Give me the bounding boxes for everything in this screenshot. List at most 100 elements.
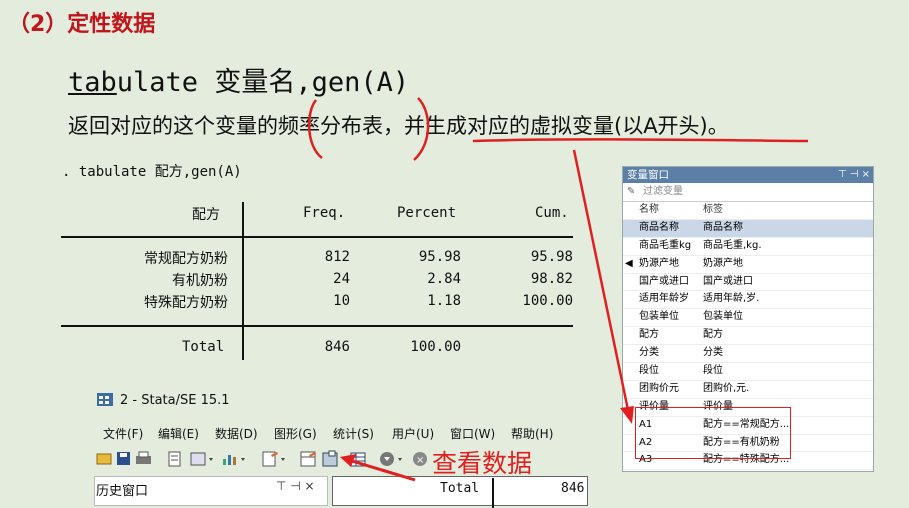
column-header-label[interactable]: 标签: [703, 202, 793, 219]
row-percent: 1.18: [427, 293, 461, 309]
variable-name: 商品毛重kg: [639, 239, 692, 251]
wrench-icon: ✎: [627, 186, 636, 197]
desc-part4: 并生成对应的虚拟变量(以A开头): [404, 114, 708, 138]
table-rule-top: [61, 236, 573, 238]
description: 返回对应的这个变量的频率分布表，并生成对应的虚拟变量(以A开头)。: [68, 110, 729, 140]
variables-window-title: 变量窗口: [627, 169, 669, 181]
variable-label: 包装单位: [703, 311, 743, 323]
variable-row[interactable]: 团购价元 团购价,元.: [623, 381, 873, 399]
row-cum: 98.82: [530, 271, 573, 287]
print-icon[interactable]: [136, 451, 151, 464]
desc-part3: ，: [383, 114, 404, 138]
variable-label: 段位: [703, 365, 723, 377]
desc-part2: 频率分布表: [278, 114, 383, 138]
variable-label: 团购价,元.: [703, 382, 750, 394]
data-browser-icon[interactable]: [322, 450, 338, 467]
table-vertical-rule: [242, 202, 244, 360]
variable-name: 适用年龄岁: [639, 293, 689, 305]
row-freq: 24: [333, 271, 350, 287]
window-controls[interactable]: ⊤ ⊣ ×: [838, 167, 870, 183]
graph-icon[interactable]: [223, 455, 245, 465]
variable-label: 奶源产地: [703, 257, 743, 269]
arrow-to-variables: [572, 149, 630, 411]
variables-manager-icon[interactable]: [350, 452, 366, 467]
output-command-line: . tabulate 配方,gen(A): [62, 164, 242, 180]
stata-window-title: 2 - Stata/SE 15.1: [120, 393, 230, 408]
save-icon[interactable]: [117, 452, 130, 465]
section-heading: （2）定性数据: [8, 12, 156, 37]
variables-header-row[interactable]: 名称 标签: [623, 202, 873, 220]
row-label: 有机奶粉: [172, 273, 228, 289]
variable-name: 奶源产地: [639, 257, 679, 269]
desc-part5: 。: [707, 114, 729, 138]
row-label: 常规配方奶粉: [144, 251, 228, 267]
menu-statistics[interactable]: 统计(S): [333, 425, 374, 442]
variable-name: 包装单位: [639, 311, 679, 323]
command-underlined-part: tab: [68, 67, 117, 98]
variable-row[interactable]: 适用年龄岁 适用年龄,岁.: [623, 291, 873, 310]
variable-row[interactable]: 商品毛重kg 商品毛重,kg.: [623, 238, 873, 256]
open-icon[interactable]: [96, 453, 112, 465]
variable-label: 商品毛重,kg.: [703, 239, 762, 251]
variable-row[interactable]: 段位 段位: [623, 363, 873, 381]
log-icon[interactable]: [168, 451, 181, 467]
results-total-value: 846: [561, 481, 585, 496]
row-freq: 812: [324, 249, 350, 265]
annotation-view-data: 查看数据: [432, 449, 533, 478]
variable-label: 配方: [703, 329, 723, 341]
variable-name: 分类: [639, 347, 659, 359]
menu-user[interactable]: 用户(U): [392, 425, 434, 442]
variable-label: 分类: [703, 347, 723, 359]
row-percent: 2.84: [427, 271, 461, 287]
menu-data[interactable]: 数据(D): [215, 425, 258, 442]
results-vertical-rule: [492, 478, 494, 508]
desc-part1: 返回对应的这个变量的: [68, 114, 278, 138]
variable-row[interactable]: 国产或进口 国产或进口: [623, 274, 873, 292]
viewer-icon[interactable]: [190, 452, 213, 466]
variable-row[interactable]: 配方 配方: [623, 327, 873, 346]
table-rule-bottom: [61, 325, 573, 327]
variable-name: 团购价元: [639, 382, 679, 394]
col-header-var: 配方: [192, 207, 220, 223]
menu-graphics[interactable]: 图形(G): [274, 425, 317, 442]
col-header-cum: Cum.: [535, 205, 569, 221]
col-header-freq: Freq.: [303, 205, 346, 221]
variable-row[interactable]: 包装单位 包装单位: [623, 309, 873, 328]
menu-help[interactable]: 帮助(H): [511, 425, 553, 442]
filter-placeholder: 过滤变量: [643, 186, 683, 197]
variable-name: 国产或进口: [639, 275, 689, 287]
filter-variables-input[interactable]: ✎ 过滤变量: [623, 183, 873, 202]
variable-row[interactable]: 奶源产地 奶源产地 ◀: [623, 256, 873, 274]
do-file-editor-icon[interactable]: [262, 451, 285, 467]
variable-name: 商品名称: [639, 221, 679, 233]
nav-back-icon[interactable]: ◀: [625, 256, 633, 273]
row-cum: 95.98: [530, 249, 573, 265]
data-editor-icon[interactable]: [300, 451, 316, 467]
more-icon[interactable]: [380, 452, 402, 466]
variable-row[interactable]: 分类 分类: [623, 345, 873, 364]
command-rest: ulate 变量名,gen(A): [116, 67, 410, 98]
history-window-title: 历史窗口: [96, 484, 149, 499]
variable-label: 国产或进口: [703, 275, 753, 287]
toolbar: ×: [96, 450, 427, 467]
stata-app-icon: [96, 391, 114, 407]
variables-window-titlebar: 变量窗口 ⊤ ⊣ ×: [623, 167, 873, 183]
variable-label: 适用年龄,岁.: [703, 293, 760, 305]
variables-window: 变量窗口 ⊤ ⊣ × ✎ 过滤变量 名称 标签 商品名称 商品名称 商品毛重kg 商品…: [622, 166, 874, 472]
row-label: 特殊配方奶粉: [144, 295, 228, 311]
variable-name: 配方: [639, 329, 659, 341]
row-percent: 95.98: [418, 249, 461, 265]
variable-label: 商品名称: [703, 221, 743, 233]
svg-text:×: ×: [416, 455, 424, 466]
menu-edit[interactable]: 编辑(E): [158, 425, 199, 442]
col-header-percent: Percent: [397, 205, 457, 221]
variable-row[interactable]: 商品名称 商品名称: [623, 219, 873, 238]
history-window-controls[interactable]: ⊤ ⊣ ×: [276, 479, 315, 493]
menu-window[interactable]: 窗口(W): [450, 425, 495, 442]
variable-name: 段位: [639, 365, 659, 377]
total-label: Total: [182, 339, 225, 355]
row-freq: 10: [333, 293, 350, 309]
break-icon[interactable]: ×: [413, 452, 427, 466]
column-header-name[interactable]: 名称: [639, 202, 701, 219]
menu-file[interactable]: 文件(F): [103, 425, 143, 442]
